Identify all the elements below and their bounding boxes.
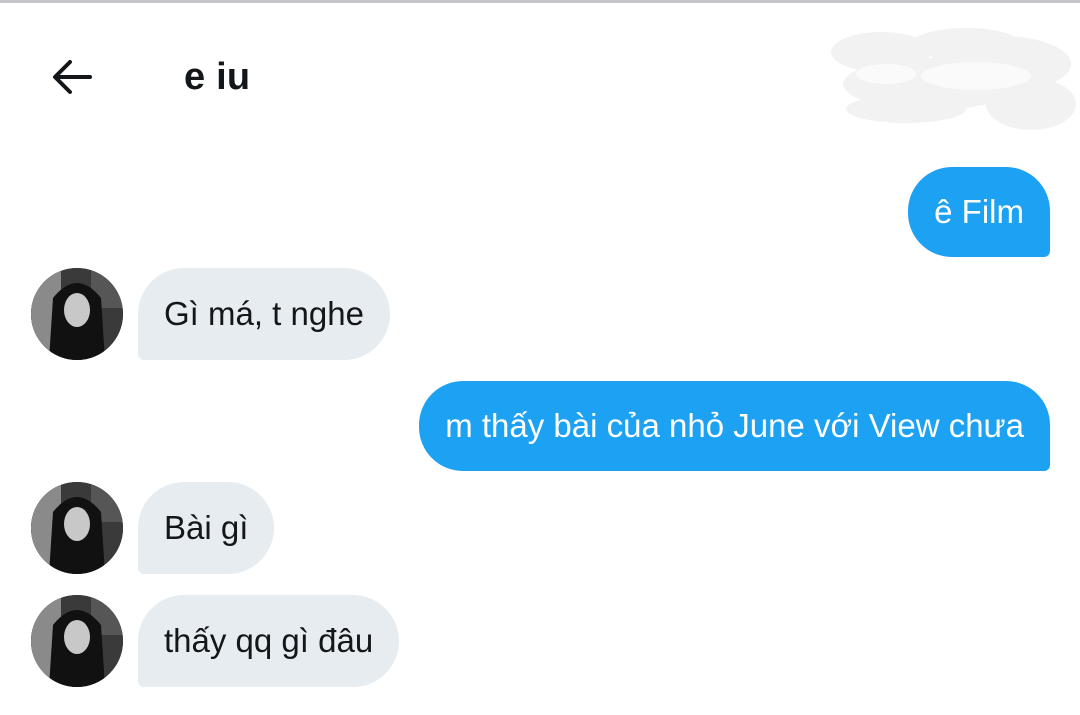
avatar[interactable]	[31, 482, 123, 574]
message-bubble-sent[interactable]: ê Film	[908, 167, 1050, 257]
avatar-image	[31, 482, 123, 574]
arrow-left-icon	[53, 60, 92, 94]
message-bubble-received[interactable]: Bài gì	[138, 482, 275, 574]
avatar-image	[31, 595, 123, 687]
message-bubble-received[interactable]: Gì má, t nghe	[138, 268, 390, 360]
avatar[interactable]	[31, 595, 123, 687]
avatar[interactable]	[31, 268, 123, 360]
message-text: thấy qq gì đâu	[164, 622, 374, 659]
chat-title: e iu	[184, 56, 251, 98]
back-button[interactable]	[44, 49, 100, 105]
avatar-image	[31, 268, 123, 360]
message-text: Gì má, t nghe	[164, 295, 364, 332]
message-text: ê Film	[934, 193, 1024, 230]
message-text: m thấy bài của nhỏ June với View chưa	[445, 407, 1024, 444]
message-bubble-sent[interactable]: m thấy bài của nhỏ June với View chưa	[419, 381, 1050, 471]
redaction-scribble	[831, 28, 1076, 130]
message-bubble-received[interactable]: thấy qq gì đâu	[138, 595, 400, 687]
message-text: Bài gì	[164, 509, 249, 546]
